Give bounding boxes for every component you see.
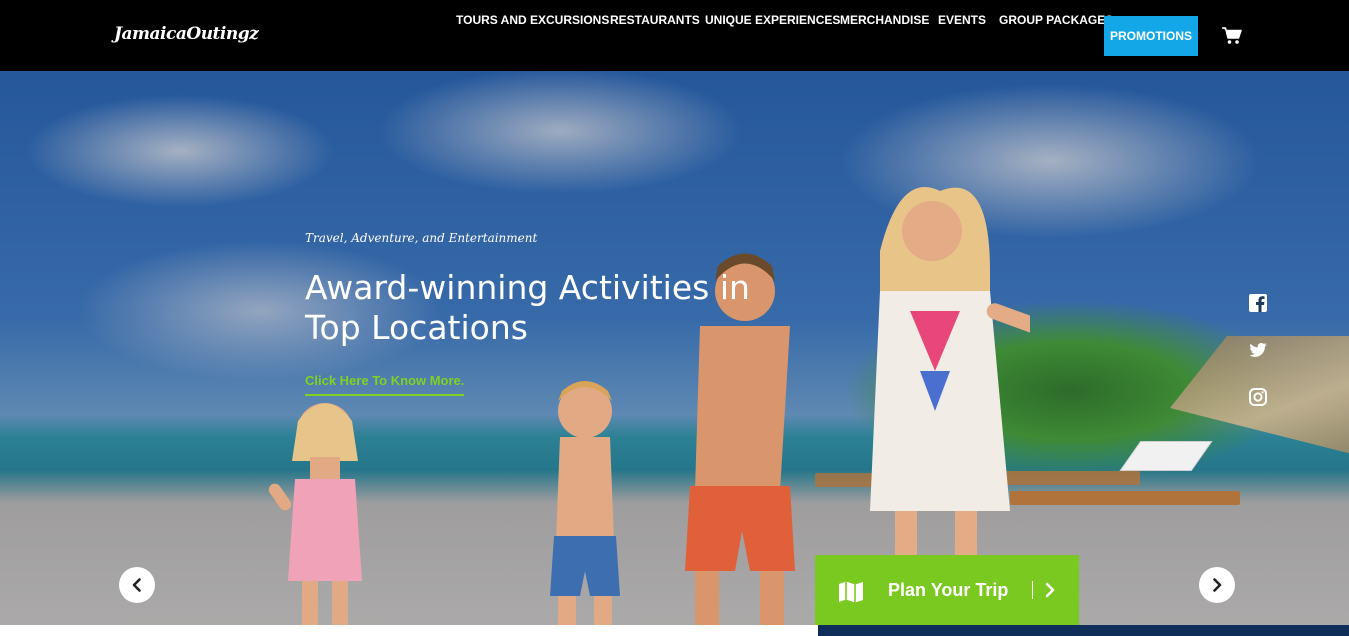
beach-chair: [1010, 491, 1240, 505]
girl-figure: [268, 403, 362, 625]
plan-your-trip-button[interactable]: Plan Your Trip: [815, 555, 1079, 625]
hero-banner: Travel, Adventure, and Entertainment Awa…: [0, 71, 1349, 625]
nav-events[interactable]: EVENTS: [938, 13, 986, 27]
nav-group-packages[interactable]: GROUP PACKAGES: [999, 13, 1113, 27]
bottom-section-bar: [818, 625, 1349, 636]
nav-tours-and-excursions[interactable]: TOURS AND EXCURSIONS: [456, 13, 609, 27]
hero-title: Award-winning Activities in Top Location…: [305, 268, 750, 347]
nav-restaurants[interactable]: RESTAURANTS: [610, 13, 700, 27]
chevron-left-icon: [132, 578, 141, 592]
chevron-right-icon: [1213, 578, 1222, 592]
map-icon: [839, 581, 863, 603]
boy-figure: [550, 381, 620, 625]
nav-merchandise[interactable]: MERCHANDISE: [840, 13, 929, 27]
nav-promotions-button[interactable]: PROMOTIONS: [1104, 16, 1198, 56]
plan-your-trip-label: Plan Your Trip: [888, 580, 1009, 600]
carousel-next-button[interactable]: [1199, 567, 1235, 603]
site-logo[interactable]: JamaicaOutingz: [114, 24, 259, 44]
hero-subtitle: Travel, Adventure, and Entertainment: [305, 231, 538, 245]
instagram-icon[interactable]: [1249, 388, 1267, 406]
know-more-link[interactable]: Click Here To Know More.: [305, 373, 465, 396]
carousel-prev-button[interactable]: [119, 567, 155, 603]
plan-separator: [1032, 581, 1033, 599]
nav-unique-experiences[interactable]: UNIQUE EXPERIENCES: [705, 13, 840, 27]
twitter-icon[interactable]: [1249, 341, 1267, 359]
facebook-icon[interactable]: [1249, 294, 1267, 312]
chevron-right-icon: [1045, 582, 1055, 598]
cart-icon[interactable]: [1222, 27, 1242, 45]
top-header: JamaicaOutingz TOURS AND EXCURSIONS REST…: [0, 0, 1349, 71]
